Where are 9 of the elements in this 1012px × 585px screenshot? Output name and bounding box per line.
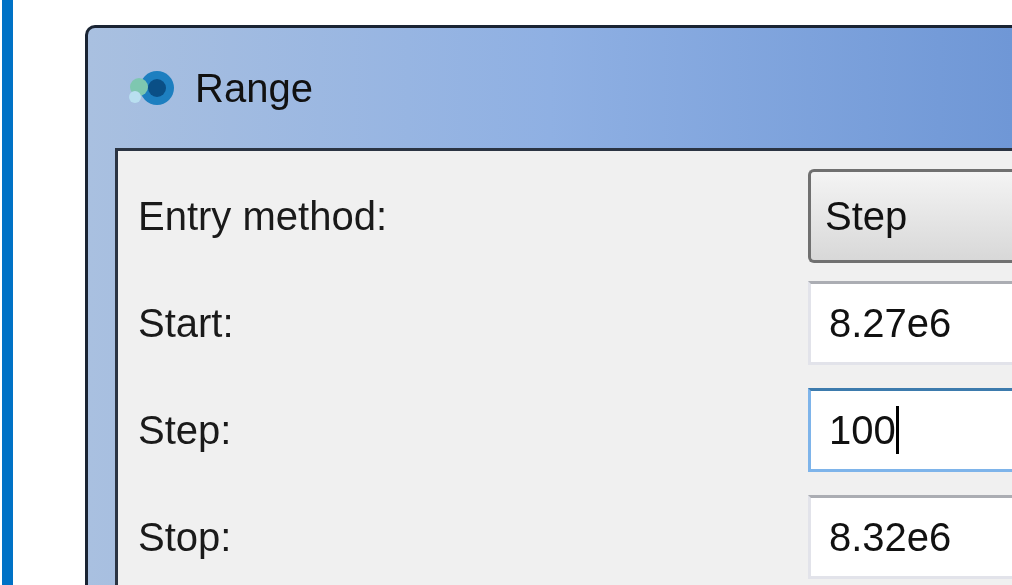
field-label: Stop: (137, 516, 233, 557)
field-label: Step: (137, 409, 233, 450)
field-label: Start: (137, 302, 235, 343)
input-field[interactable]: 8.27e6 (808, 280, 1012, 365)
input-field[interactable]: 100 (808, 387, 1012, 472)
window-title: Range (195, 68, 313, 108)
method-dropdown[interactable]: Step (808, 168, 1012, 263)
field-label: Entry method: (137, 195, 388, 236)
input-field[interactable]: 8.32e6 (808, 494, 1012, 579)
